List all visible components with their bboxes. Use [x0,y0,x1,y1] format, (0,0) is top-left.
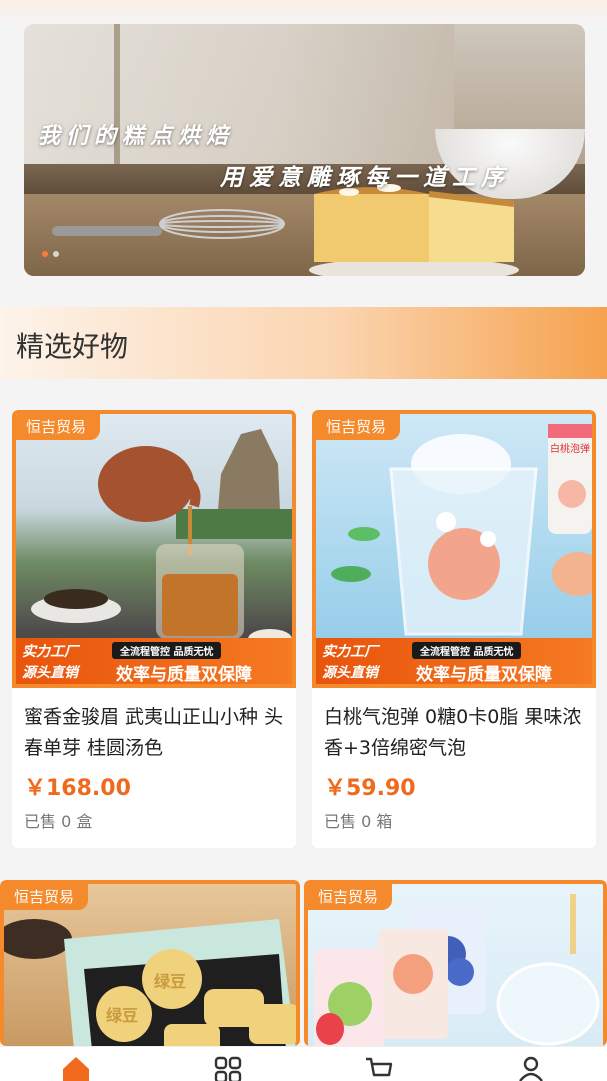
product-sold-count: 已售 0 箱 [324,812,393,831]
product-price: ￥168.00 [24,776,131,801]
promo-badge: 实力工厂 源头直销 全流程管控 品质无忧 效率与质量双保障 [16,638,292,684]
brand-tag: 恒吉贸易 [16,414,101,440]
home-icon[interactable] [61,1055,91,1081]
bottom-nav [0,1046,607,1081]
product-price: ￥59.90 [324,776,416,801]
product-image[interactable]: 恒吉贸易 绿豆 绿豆 [0,880,300,1046]
product-sold-count: 已售 0 盒 [24,812,93,831]
banner-headline-1: 我们的糕点烘焙 [38,124,235,149]
banner-carousel[interactable]: 我们的糕点烘焙 用爱意雕琢每一道工序 [24,24,585,276]
brand-tag: 恒吉贸易 [316,414,401,440]
carousel-dot[interactable] [53,251,59,257]
profile-icon[interactable] [516,1055,546,1081]
banner-window [24,24,454,174]
section-title: 精选好物 [16,330,129,363]
badge-direct: 源头直销 [322,665,378,681]
whisk-image [52,209,285,239]
cart-icon[interactable] [364,1055,394,1081]
carousel-indicator [42,251,59,257]
brand-tag: 恒吉贸易 [4,884,89,910]
product-image[interactable]: 恒吉贸易 白桃泡弹 实力工厂 源头直销 全流程管控 品质无忧 效率与质量双保障 [312,410,596,688]
promo-badge: 实力工厂 源头直销 全流程管控 品质无忧 效率与质量双保障 [316,638,592,684]
product-card[interactable]: 恒吉贸易 白桃泡弹 实力工厂 源头直销 全流程管控 品质无忧 效率与质量双保障 … [312,410,596,848]
nav-home[interactable] [46,1047,106,1081]
category-icon[interactable] [213,1055,243,1081]
badge-slogan: 效率与质量双保障 [116,665,252,685]
product-card[interactable]: 恒吉贸易 实力工厂 源头直销 全流程管控 品质无忧 效率与质量双保障 蜜香金骏眉… [12,410,296,848]
top-fade [0,0,607,24]
tea-scene-image [31,429,292,644]
product-image[interactable]: 恒吉贸易 [304,880,607,1046]
product-image[interactable]: 恒吉贸易 实力工厂 源头直销 全流程管控 品质无忧 效率与质量双保障 [12,410,296,688]
pastry-stamp-1: 绿豆 [154,972,187,991]
badge-slogan: 效率与质量双保障 [416,665,552,685]
pastry-stamp-2: 绿豆 [106,1006,139,1025]
product-name[interactable]: 白桃气泡弹 0糖0卡0脂 果味浓香+3倍绵密气泡 [324,702,586,764]
nav-cart[interactable] [349,1047,409,1081]
brand-tag: 恒吉贸易 [308,884,393,910]
badge-direct: 源头直销 [22,665,78,681]
carousel-dot-active[interactable] [42,251,48,257]
nav-category[interactable] [198,1047,258,1081]
product-name[interactable]: 蜜香金骏眉 武夷山正山小种 头春单芽 桂圆汤色 [24,702,286,764]
banner-headline-2: 用爱意雕琢每一道工序 [220,165,510,191]
product-card[interactable]: 恒吉贸易 [304,880,607,1046]
badge-tag: 全流程管控 品质无忧 [412,642,522,659]
section-header: 精选好物 [0,307,607,379]
badge-factory: 实力工厂 [22,644,78,660]
nav-profile[interactable] [501,1047,561,1081]
product-card[interactable]: 恒吉贸易 绿豆 绿豆 [0,880,300,1046]
badge-tag: 全流程管控 品质无忧 [112,642,222,659]
can-label: 白桃泡弹 [550,444,590,455]
badge-factory: 实力工厂 [322,644,378,660]
